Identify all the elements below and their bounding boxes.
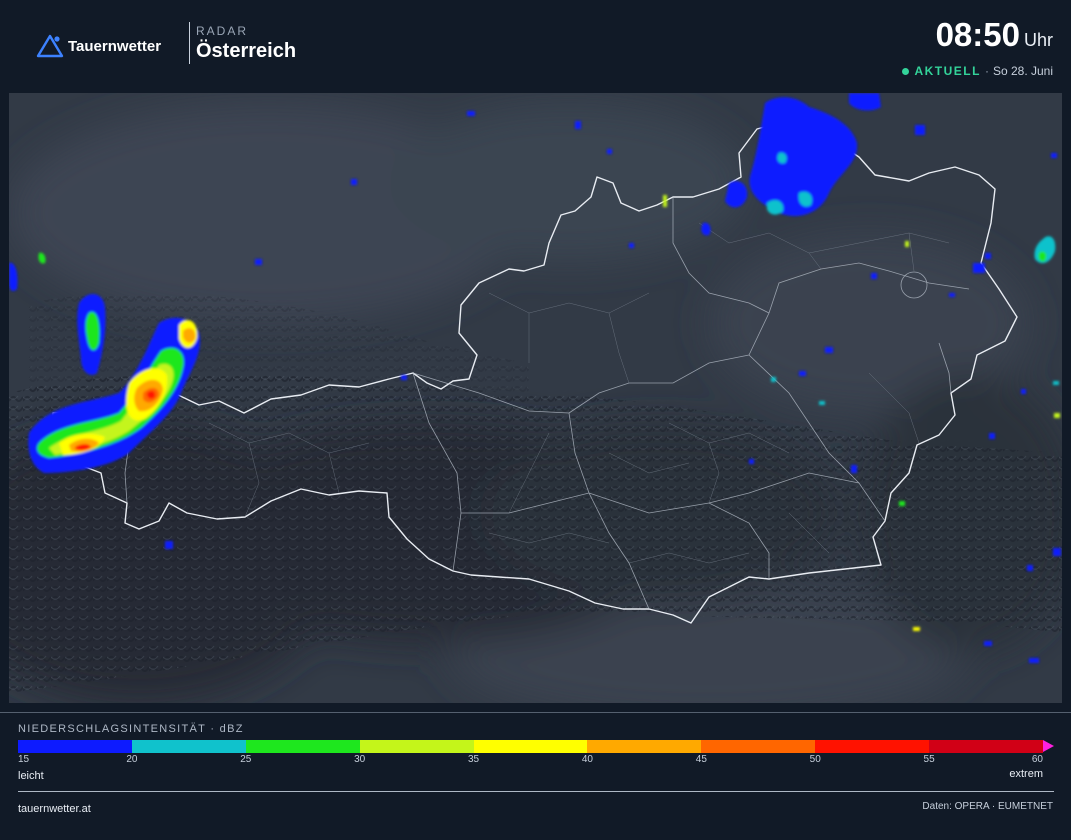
region-kicker: RADAR	[196, 24, 249, 38]
footer-divider	[18, 791, 1054, 792]
legend-tick-label: 60	[1031, 754, 1043, 765]
legend-tick-label: 40	[581, 754, 593, 765]
live-dot-icon	[902, 67, 910, 75]
legend-segment	[815, 740, 930, 753]
status-separator: ·	[984, 64, 989, 78]
legend-segment	[359, 740, 474, 753]
region-title: Österreich	[196, 40, 297, 62]
legend-tick-label: 15	[18, 754, 30, 765]
status-line: AKTUELL · So 28. Juni	[902, 64, 1053, 78]
legend-segment	[18, 740, 132, 753]
clock-unit: Uhr	[1023, 30, 1053, 50]
legend-tick-label: 20	[126, 754, 138, 765]
clock-time: 08:50	[935, 16, 1020, 53]
header-divider	[189, 22, 190, 64]
legend-tick-label: 25	[240, 754, 252, 765]
status-label: AKTUELL	[914, 64, 981, 78]
brand[interactable]: Tauernwetter	[36, 32, 161, 60]
radar-map-canvas	[9, 93, 1062, 703]
legend-segment	[587, 740, 702, 753]
legend-tick-label: 30	[354, 754, 366, 765]
legend-min-label: leicht	[18, 770, 44, 782]
mountain-triangle-icon	[36, 34, 64, 58]
legend-max-label: extrem	[1009, 768, 1043, 780]
legend-segment	[245, 740, 360, 753]
legend-ticks: 15 20 25 30 35 40 45 50 55 60	[18, 754, 1043, 768]
legend-segment	[473, 740, 588, 753]
legend-tick-label: 55	[923, 754, 935, 765]
radar-map[interactable]	[9, 93, 1062, 703]
region-heading: RADAR Österreich	[196, 24, 296, 63]
legend-tick-label: 35	[467, 754, 480, 765]
legend-divider	[0, 712, 1071, 713]
legend-segment	[701, 740, 816, 753]
legend-tick-label: 45	[695, 754, 707, 765]
status-date: So 28. Juni	[992, 64, 1053, 78]
brand-name: Tauernwetter	[68, 37, 162, 55]
clock: 08:50 Uhr	[936, 16, 1053, 54]
legend-title: NIEDERSCHLAGSINTENSITÄT · dBZ	[18, 723, 244, 735]
legend-tick-label: 50	[809, 754, 821, 765]
footer-site-link[interactable]: tauernwetter.at	[18, 803, 91, 815]
header: Tauernwetter RADAR Österreich 08:50 Uhr A…	[0, 0, 1071, 92]
legend-segment	[929, 740, 1044, 753]
legend-overflow-arrow-icon	[1043, 740, 1055, 752]
legend-color-scale	[18, 740, 1055, 753]
footer-data-source: Daten: OPERA · EUMETNET	[922, 801, 1053, 812]
legend-segment	[131, 740, 246, 753]
